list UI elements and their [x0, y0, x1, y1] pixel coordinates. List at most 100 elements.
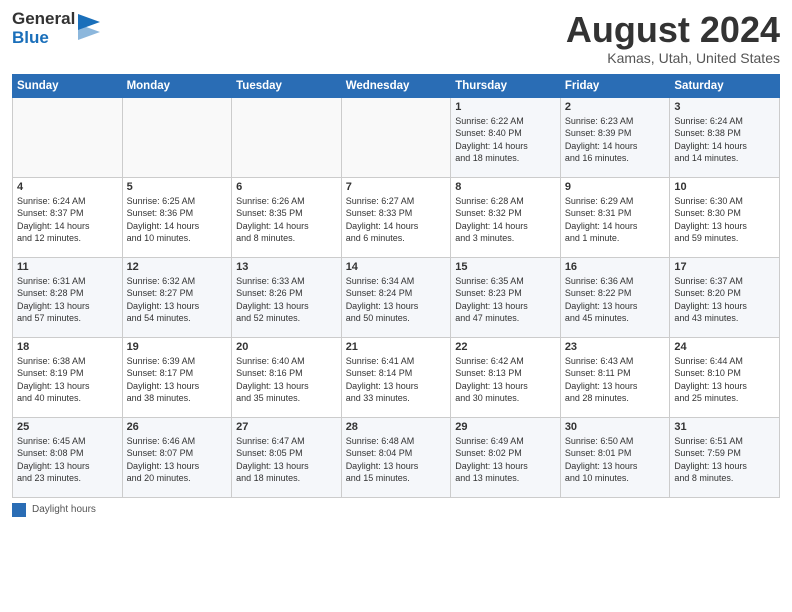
day-cell: 28 Sunrise: 6:48 AMSunset: 8:04 PMDayligh…	[341, 417, 451, 497]
day-number: 17	[674, 261, 775, 273]
day-cell: 7 Sunrise: 6:27 AMSunset: 8:33 PMDaylight…	[341, 177, 451, 257]
logo-flag-icon	[78, 14, 100, 40]
day-number: 28	[346, 421, 447, 433]
day-info: Sunrise: 6:34 AMSunset: 8:24 PMDaylight:…	[346, 275, 447, 325]
day-info: Sunrise: 6:30 AMSunset: 8:30 PMDaylight:…	[674, 195, 775, 245]
day-cell: 13Sunrise: 6:33 AMSunset: 8:26 PMDayligh…	[232, 257, 342, 337]
day-info: Sunrise: 6:46 AMSunset: 8:07 PMDaylight:…	[127, 435, 228, 485]
calendar-header: SundayMondayTuesdayWednesdayThursdayFrid…	[13, 74, 780, 97]
day-number: 18	[17, 341, 118, 353]
day-number: 5	[127, 181, 228, 193]
day-number: 2	[565, 101, 666, 113]
logo-general-text: General	[12, 9, 75, 28]
day-info: Sunrise: 6:37 AMSunset: 8:20 PMDaylight:…	[674, 275, 775, 325]
day-cell: 10 Sunrise: 6:30 AMSunset: 8:30 PMDayligh…	[670, 177, 780, 257]
day-cell: 11 Sunrise: 6:31 AMSunset: 8:28 PMDayligh…	[13, 257, 123, 337]
day-number: 31	[674, 421, 775, 433]
week-row-5: 25Sunrise: 6:45 AMSunset: 8:08 PMDayligh…	[13, 417, 780, 497]
day-info: Sunrise: 6:45 AMSunset: 8:08 PMDaylight:…	[17, 435, 118, 485]
day-number: 9	[565, 181, 666, 193]
day-info: Sunrise: 6:48 AMSunset: 8:04 PMDaylight:…	[346, 435, 447, 485]
day-number: 27	[236, 421, 337, 433]
day-info: Sunrise: 6:28 AMSunset: 8:32 PMDaylight:…	[455, 195, 556, 245]
day-cell: 14Sunrise: 6:34 AMSunset: 8:24 PMDayligh…	[341, 257, 451, 337]
day-info: Sunrise: 6:47 AMSunset: 8:05 PMDaylight:…	[236, 435, 337, 485]
day-cell: 30Sunrise: 6:50 AMSunset: 8:01 PMDayligh…	[560, 417, 670, 497]
day-number: 10	[674, 181, 775, 193]
week-row-2: 4Sunrise: 6:24 AMSunset: 8:37 PMDaylight…	[13, 177, 780, 257]
calendar-subtitle: Kamas, Utah, United States	[566, 50, 780, 66]
day-info: Sunrise: 6:41 AMSunset: 8:14 PMDaylight:…	[346, 355, 447, 405]
day-info: Sunrise: 6:26 AMSunset: 8:35 PMDaylight:…	[236, 195, 337, 245]
day-cell: 20 Sunrise: 6:40 AMSunset: 8:16 PMDayligh…	[232, 337, 342, 417]
day-info: Sunrise: 6:35 AMSunset: 8:23 PMDaylight:…	[455, 275, 556, 325]
day-cell: 23 Sunrise: 6:43 AMSunset: 8:11 PMDayligh…	[560, 337, 670, 417]
header-row: SundayMondayTuesdayWednesdayThursdayFrid…	[13, 74, 780, 97]
day-cell: 3Sunrise: 6:24 AMSunset: 8:38 PMDaylight…	[670, 97, 780, 177]
day-cell	[13, 97, 123, 177]
day-cell: 18 Sunrise: 6:38 AMSunset: 8:19 PMDayligh…	[13, 337, 123, 417]
day-info: Sunrise: 6:42 AMSunset: 8:13 PMDaylight:…	[455, 355, 556, 405]
legend: Daylight hours	[12, 503, 780, 517]
logo: General Blue	[12, 10, 100, 47]
day-number: 16	[565, 261, 666, 273]
day-cell: 9Sunrise: 6:29 AMSunset: 8:31 PMDaylight…	[560, 177, 670, 257]
day-number: 12	[127, 261, 228, 273]
day-info: Sunrise: 6:27 AMSunset: 8:33 PMDaylight:…	[346, 195, 447, 245]
day-number: 13	[236, 261, 337, 273]
day-info: Sunrise: 6:24 AMSunset: 8:38 PMDaylight:…	[674, 115, 775, 165]
day-number: 8	[455, 181, 556, 193]
day-number: 22	[455, 341, 556, 353]
day-number: 1	[455, 101, 556, 113]
day-cell: 22 Sunrise: 6:42 AMSunset: 8:13 PMDayligh…	[451, 337, 561, 417]
header-cell-monday: Monday	[122, 74, 232, 97]
day-cell	[341, 97, 451, 177]
day-number: 29	[455, 421, 556, 433]
day-cell	[232, 97, 342, 177]
day-number: 26	[127, 421, 228, 433]
header-cell-saturday: Saturday	[670, 74, 780, 97]
day-info: Sunrise: 6:22 AMSunset: 8:40 PMDaylight:…	[455, 115, 556, 165]
legend-box	[12, 503, 26, 517]
day-info: Sunrise: 6:43 AMSunset: 8:11 PMDaylight:…	[565, 355, 666, 405]
week-row-3: 11 Sunrise: 6:31 AMSunset: 8:28 PMDayligh…	[13, 257, 780, 337]
day-cell: 27 Sunrise: 6:47 AMSunset: 8:05 PMDayligh…	[232, 417, 342, 497]
day-number: 15	[455, 261, 556, 273]
day-cell: 31 Sunrise: 6:51 AMSunset: 7:59 PMDayligh…	[670, 417, 780, 497]
day-info: Sunrise: 6:39 AMSunset: 8:17 PMDaylight:…	[127, 355, 228, 405]
day-info: Sunrise: 6:51 AMSunset: 7:59 PMDaylight:…	[674, 435, 775, 485]
header-cell-sunday: Sunday	[13, 74, 123, 97]
day-number: 19	[127, 341, 228, 353]
day-number: 6	[236, 181, 337, 193]
day-cell: 19 Sunrise: 6:39 AMSunset: 8:17 PMDayligh…	[122, 337, 232, 417]
title-block: August 2024 Kamas, Utah, United States	[566, 10, 780, 66]
week-row-4: 18 Sunrise: 6:38 AMSunset: 8:19 PMDayligh…	[13, 337, 780, 417]
day-cell: 6 Sunrise: 6:26 AMSunset: 8:35 PMDaylight…	[232, 177, 342, 257]
day-cell: 1 Sunrise: 6:22 AMSunset: 8:40 PMDaylight…	[451, 97, 561, 177]
day-cell: 2Sunrise: 6:23 AMSunset: 8:39 PMDaylight…	[560, 97, 670, 177]
week-row-1: 1 Sunrise: 6:22 AMSunset: 8:40 PMDaylight…	[13, 97, 780, 177]
calendar-body: 1 Sunrise: 6:22 AMSunset: 8:40 PMDaylight…	[13, 97, 780, 497]
day-info: Sunrise: 6:50 AMSunset: 8:01 PMDaylight:…	[565, 435, 666, 485]
day-number: 24	[674, 341, 775, 353]
day-info: Sunrise: 6:44 AMSunset: 8:10 PMDaylight:…	[674, 355, 775, 405]
day-info: Sunrise: 6:40 AMSunset: 8:16 PMDaylight:…	[236, 355, 337, 405]
day-number: 11	[17, 261, 118, 273]
day-number: 23	[565, 341, 666, 353]
day-info: Sunrise: 6:31 AMSunset: 8:28 PMDaylight:…	[17, 275, 118, 325]
header-cell-friday: Friday	[560, 74, 670, 97]
day-cell: 12Sunrise: 6:32 AMSunset: 8:27 PMDayligh…	[122, 257, 232, 337]
day-cell: 25Sunrise: 6:45 AMSunset: 8:08 PMDayligh…	[13, 417, 123, 497]
day-info: Sunrise: 6:36 AMSunset: 8:22 PMDaylight:…	[565, 275, 666, 325]
day-number: 20	[236, 341, 337, 353]
day-cell: 24 Sunrise: 6:44 AMSunset: 8:10 PMDayligh…	[670, 337, 780, 417]
day-cell: 29Sunrise: 6:49 AMSunset: 8:02 PMDayligh…	[451, 417, 561, 497]
day-info: Sunrise: 6:38 AMSunset: 8:19 PMDaylight:…	[17, 355, 118, 405]
day-cell: 8 Sunrise: 6:28 AMSunset: 8:32 PMDaylight…	[451, 177, 561, 257]
day-cell: 4Sunrise: 6:24 AMSunset: 8:37 PMDaylight…	[13, 177, 123, 257]
day-cell: 15 Sunrise: 6:35 AMSunset: 8:23 PMDayligh…	[451, 257, 561, 337]
day-number: 7	[346, 181, 447, 193]
header: General Blue August 2024 Kamas, Utah, Un…	[12, 10, 780, 66]
calendar-title: August 2024	[566, 10, 780, 50]
header-cell-tuesday: Tuesday	[232, 74, 342, 97]
